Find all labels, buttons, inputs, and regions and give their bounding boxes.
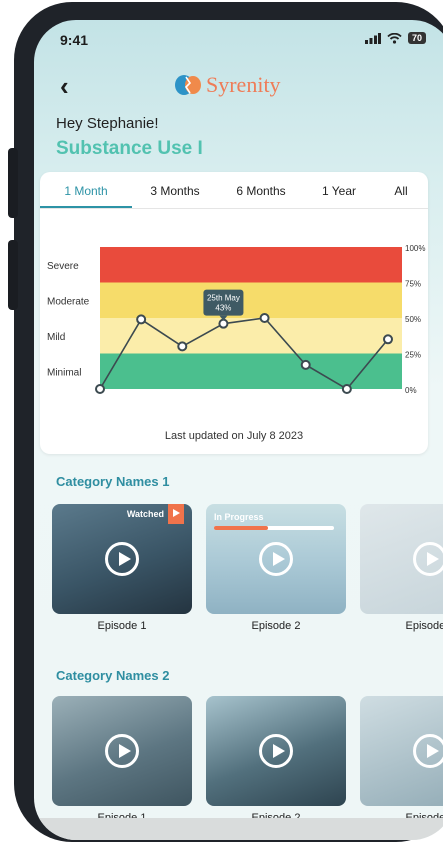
app-logo: Syrenity (174, 72, 281, 98)
episode-thumbnail[interactable] (206, 696, 346, 806)
data-point (259, 313, 270, 323)
episode-card[interactable]: Episode 2 (206, 696, 346, 824)
progress-card: 1 Month 3 Months 6 Months 1 Year All Sev… (40, 172, 428, 454)
episode-row: Watched Episode 1 In Progress Episode 2 … (52, 504, 443, 632)
band-label: Minimal (47, 367, 81, 378)
back-button[interactable]: ‹ (60, 73, 69, 99)
bottom-bar (34, 818, 443, 840)
episode-title: Episode 1 (97, 620, 147, 632)
tab-1-year[interactable]: 1 Year (304, 180, 374, 208)
tooltip-value: 43% (215, 304, 231, 313)
battery-icon: 70 (407, 32, 426, 44)
wifi-icon (387, 32, 402, 44)
tab-6-months[interactable]: 6 Months (218, 180, 304, 208)
last-updated: Last updated on July 8 2023 (164, 430, 304, 442)
volume-button (8, 148, 18, 218)
severity-band (100, 353, 402, 389)
episode-card[interactable]: Episode 1 (52, 696, 192, 824)
signal-icon (364, 32, 381, 44)
band-label: Mild (47, 332, 65, 343)
y-tick-label: 75% (405, 280, 421, 289)
time-range-tabs: 1 Month 3 Months 6 Months 1 Year All (40, 180, 428, 208)
episode-thumbnail[interactable] (360, 504, 443, 614)
episode-progress-bar (214, 526, 334, 530)
episode-card[interactable]: Watched Episode 1 (52, 504, 192, 632)
play-icon[interactable] (105, 734, 139, 768)
data-point (136, 314, 147, 325)
brand-name: Syrenity (206, 72, 281, 97)
data-point (383, 334, 393, 345)
episode-thumbnail[interactable]: In Progress (206, 504, 346, 614)
play-icon[interactable] (259, 734, 293, 768)
play-flag-icon (168, 504, 184, 524)
greeting: Hey Stephanie! (56, 115, 159, 132)
in-progress-label: In Progress (214, 512, 264, 522)
episode-thumbnail[interactable]: Watched (52, 504, 192, 614)
episode-title: Episode 3 (405, 620, 443, 632)
episode-progress-fill (214, 526, 268, 530)
y-tick-label: 100% (405, 244, 425, 253)
status-icons: 70 (364, 32, 426, 44)
play-icon[interactable] (413, 542, 443, 576)
brain-logo-icon (175, 75, 201, 95)
status-bar: 9:41 70 (60, 32, 443, 52)
severity-band (100, 247, 402, 283)
band-label: Moderate (47, 296, 90, 307)
episode-card[interactable]: Episode 3 (360, 504, 443, 632)
tooltip-date: 25th May (207, 294, 240, 303)
volume-button (8, 240, 18, 310)
data-point (341, 384, 352, 394)
episode-card[interactable]: Episode 3 (360, 696, 443, 824)
play-icon[interactable] (259, 542, 293, 576)
tabs-divider (40, 208, 428, 209)
band-label: Severe (47, 261, 79, 272)
episode-card[interactable]: In Progress Episode 2 (206, 504, 346, 632)
section-title: Category Names 1 (56, 474, 170, 489)
tab-all[interactable]: All (374, 180, 428, 208)
tab-3-months[interactable]: 3 Months (132, 180, 218, 208)
page-title: Substance Use I (56, 138, 203, 159)
y-tick-label: 0% (405, 386, 417, 395)
episode-thumbnail[interactable] (360, 696, 443, 806)
y-tick-label: 25% (405, 351, 421, 360)
tab-1-month[interactable]: 1 Month (40, 180, 132, 208)
episode-row: Episode 1 Episode 2 Episode 3 (52, 696, 443, 824)
episode-title: Episode 2 (251, 620, 301, 632)
play-icon[interactable] (105, 542, 139, 576)
play-icon[interactable] (413, 734, 443, 768)
data-point (218, 318, 229, 329)
severity-chart: Severe Moderate Mild Minimal 100% 75% 50% 25% 0%… (47, 244, 425, 395)
y-tick-label: 50% (405, 315, 421, 324)
data-point (95, 384, 105, 394)
data-point (177, 341, 188, 352)
episode-thumbnail[interactable] (52, 696, 192, 806)
data-point (300, 359, 311, 370)
severity-band (100, 282, 402, 318)
app-screen: 9:41 70 ‹ Syrenity Hey Stephanie! Substa… (34, 20, 443, 840)
watched-badge: Watched (127, 504, 184, 524)
severity-band (100, 318, 402, 354)
watched-label: Watched (126, 509, 164, 519)
section-title: Category Names 2 (56, 668, 170, 683)
status-time: 9:41 (60, 32, 89, 48)
